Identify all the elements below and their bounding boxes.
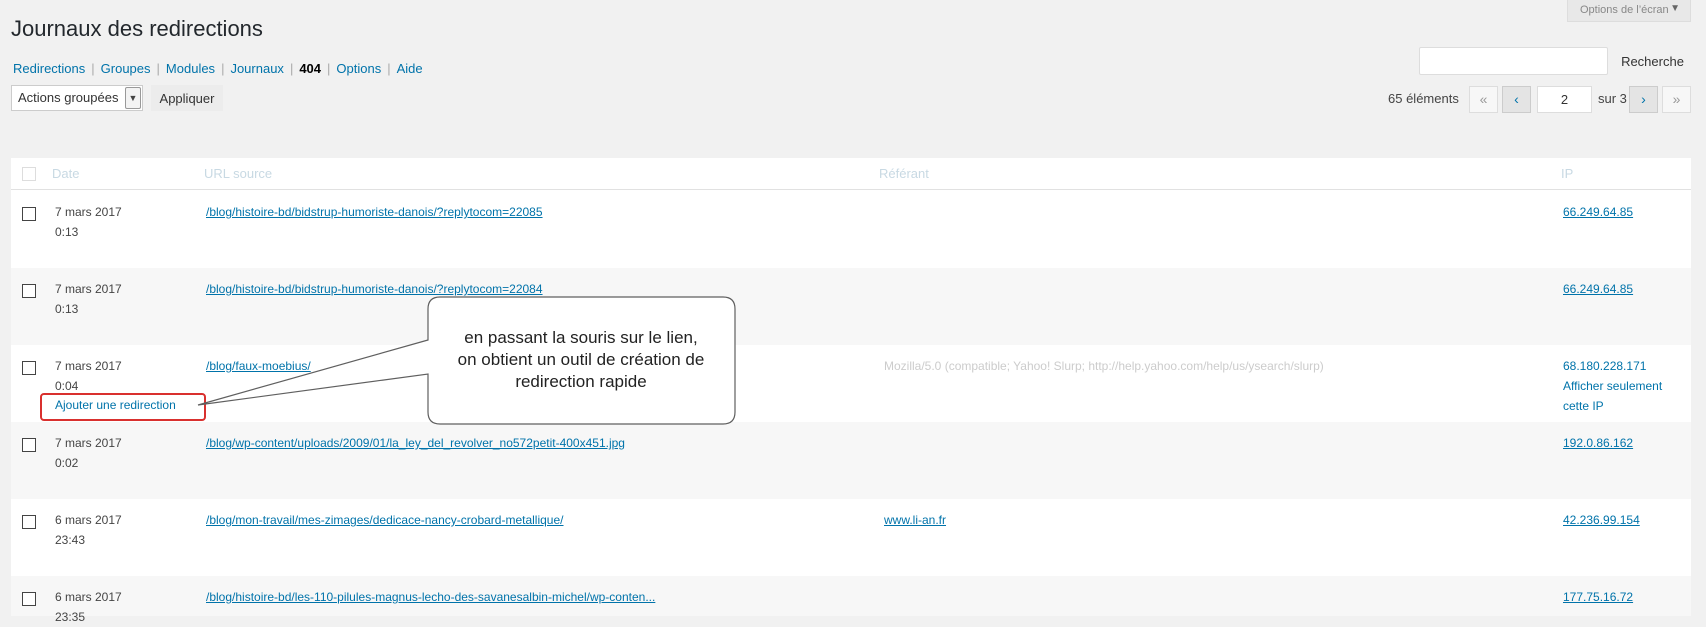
nav-item-redirections: Redirections | (13, 61, 101, 76)
row-date-time: 23:43 (55, 533, 86, 547)
row-ip-link[interactable]: 192.0.86.162 (1563, 433, 1683, 453)
callout-line: en passant la souris sur le lien, (464, 328, 698, 347)
row-checkbox[interactable] (22, 207, 36, 221)
column-header-date[interactable]: Date (52, 166, 79, 181)
bulk-actions-selected: Actions groupées (18, 90, 119, 105)
row-date-time: 23:35 (55, 610, 86, 624)
nav-item-logs: Journaux | (230, 61, 299, 76)
callout-text: en passant la souris sur le lien, on obt… (428, 327, 734, 393)
add-redirect-link[interactable]: Ajouter une redirection (55, 398, 176, 412)
column-header-ip[interactable]: IP (1561, 166, 1573, 181)
table-row: 7 mars 2017 0:13 /blog/histoire-bd/bidstr… (11, 268, 1691, 345)
nav-link-options[interactable]: Options (336, 61, 381, 76)
row-source-link[interactable]: /blog/mon-travail/mes-zimages/dedicace-n… (206, 510, 564, 530)
logs-table: Date URL source Référant IP 7 mars 2017 0… (11, 158, 1691, 624)
nav-link-redirections[interactable]: Redirections (13, 61, 85, 76)
nav-item-options: Options | (336, 61, 396, 76)
row-ip-link[interactable]: 68.180.228.171 (1563, 356, 1683, 376)
row-referrer: Mozilla/5.0 (compatible; Yahoo! Slurp; h… (884, 359, 1324, 373)
row-date-time: 0:02 (55, 456, 79, 470)
current-page-input[interactable]: 2 (1537, 86, 1592, 113)
table-row: 7 mars 2017 0:04 /blog/faux-moebius/ Mozi… (11, 345, 1691, 422)
nav-link-modules[interactable]: Modules (166, 61, 215, 76)
nav-link-logs[interactable]: Journaux (230, 61, 283, 76)
next-page-button[interactable]: › (1629, 86, 1658, 113)
row-ip-link[interactable]: 66.249.64.85 (1563, 279, 1683, 299)
row-date: 6 mars 2017 23:35 (55, 587, 175, 627)
chevron-down-icon: ▼ (125, 87, 141, 109)
row-date: 7 mars 2017 0:02 (55, 433, 175, 473)
row-checkbox[interactable] (22, 361, 36, 375)
row-date-time: 0:13 (55, 302, 79, 316)
page: Options de l’écran ▼ Journaux des redire… (0, 0, 1706, 624)
row-date-day: 7 mars 2017 (55, 436, 122, 450)
nav-item-groups: Groupes | (101, 61, 166, 76)
row-source-link[interactable]: /blog/histoire-bd/bidstrup-humoriste-dan… (206, 279, 543, 299)
row-ip-link[interactable]: 66.249.64.85 (1563, 202, 1683, 222)
bulk-actions-select[interactable]: Actions groupées ▼ (11, 85, 143, 111)
row-date-day: 6 mars 2017 (55, 590, 122, 604)
apply-button[interactable]: Appliquer (151, 85, 223, 111)
column-header-referrer[interactable]: Référant (879, 166, 929, 181)
nav-link-groups[interactable]: Groupes (101, 61, 151, 76)
row-date: 6 mars 2017 23:43 (55, 510, 175, 550)
column-header-source[interactable]: URL source (204, 166, 272, 181)
row-date: 7 mars 2017 0:04 (55, 356, 175, 396)
nav-link-404[interactable]: 404 (299, 61, 321, 76)
row-source-link[interactable]: /blog/histoire-bd/bidstrup-humoriste-dan… (206, 202, 543, 222)
table-row: 6 mars 2017 23:43 /blog/mon-travail/mes-z… (11, 499, 1691, 576)
row-date-day: 7 mars 2017 (55, 359, 122, 373)
show-only-this-ip-link[interactable]: Afficher seulement cette IP (1563, 376, 1683, 416)
nav-separator: | (289, 61, 294, 76)
row-source-link[interactable]: /blog/wp-content/uploads/2009/01/la_ley_… (206, 433, 625, 453)
table-row: 7 mars 2017 0:13 /blog/histoire-bd/bidstr… (11, 191, 1691, 268)
nav-separator: | (156, 61, 160, 76)
callout-line: on obtient un outil de création de (457, 350, 705, 369)
nav-link-help[interactable]: Aide (397, 61, 423, 76)
row-source-link[interactable]: /blog/faux-moebius/ (206, 356, 311, 376)
screen-options-label: Options de l’écran (1580, 4, 1669, 16)
row-checkbox[interactable] (22, 515, 36, 529)
table-row: 7 mars 2017 0:02 /blog/wp-content/uploads… (11, 422, 1691, 499)
row-date: 7 mars 2017 0:13 (55, 279, 175, 319)
table-row: 6 mars 2017 23:35 /blog/histoire-bd/les-1… (11, 576, 1691, 624)
row-date-day: 6 mars 2017 (55, 513, 122, 527)
nav-item-help: Aide (397, 61, 423, 76)
table-header: Date URL source Référant IP (11, 158, 1691, 190)
show-only-this-ip-line-1: Afficher seulement (1563, 379, 1663, 393)
row-checkbox[interactable] (22, 592, 36, 606)
search-button[interactable]: Recherche (1614, 48, 1691, 75)
total-pages-label: sur 3 (1598, 91, 1627, 106)
row-date: 7 mars 2017 0:13 (55, 202, 175, 242)
show-only-this-ip-line-2: cette IP (1563, 399, 1604, 413)
last-page-button[interactable]: » (1662, 86, 1691, 113)
row-checkbox[interactable] (22, 284, 36, 298)
row-referrer-link[interactable]: www.li-an.fr (884, 510, 946, 530)
callout-line: redirection rapide (515, 372, 647, 391)
page-title: Journaux des redirections (11, 16, 263, 41)
row-source-link[interactable]: /blog/histoire-bd/les-110-pilules-magnus… (206, 587, 655, 607)
sub-navigation: Redirections | Groupes | Modules | Journaux… (13, 61, 423, 76)
screen-options-toggle[interactable]: Options de l’écran ▼ (1567, 0, 1691, 22)
nav-separator: | (221, 61, 225, 76)
row-date-time: 0:13 (55, 225, 79, 239)
triangle-down-icon: ▼ (1670, 3, 1680, 14)
row-ip-link[interactable]: 42.236.99.154 (1563, 510, 1683, 530)
first-page-button[interactable]: « (1469, 86, 1498, 113)
nav-item-404: 404 | (299, 61, 336, 76)
select-all-checkbox[interactable] (22, 167, 36, 181)
row-date-day: 7 mars 2017 (55, 282, 122, 296)
row-checkbox[interactable] (22, 438, 36, 452)
prev-page-button[interactable]: ‹ (1502, 86, 1531, 113)
row-date-day: 7 mars 2017 (55, 205, 122, 219)
nav-item-modules: Modules | (166, 61, 231, 76)
nav-separator: | (91, 61, 95, 76)
nav-separator: | (327, 61, 331, 76)
nav-separator: | (387, 61, 391, 76)
row-ip-cell: 68.180.228.171 Afficher seulement cette I… (1563, 356, 1683, 416)
search-input[interactable] (1419, 47, 1608, 75)
items-count: 65 éléments (1388, 91, 1459, 106)
row-ip-link[interactable]: 177.75.16.72 (1563, 587, 1683, 607)
